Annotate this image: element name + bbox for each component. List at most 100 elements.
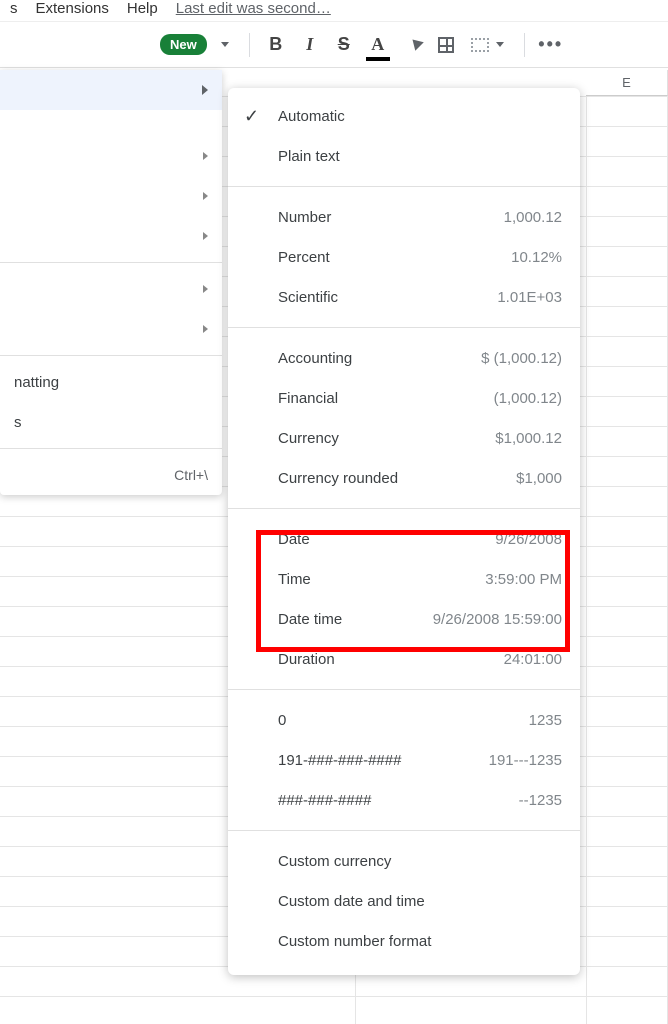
keyboard-shortcut: Ctrl+\ [174,467,208,483]
menu-divider [228,186,580,187]
format-label: Custom date and time [278,893,425,910]
format-label: Financial [278,390,338,407]
format-option-automatic[interactable]: ✓ Automatic [228,96,580,136]
format-label: Automatic [278,108,345,125]
submenu-arrow-icon [203,192,208,200]
submenu-arrow-icon [203,232,208,240]
format-sample: $1,000.12 [495,430,562,447]
submenu-arrow-icon [203,285,208,293]
format-option-custom-currency[interactable]: Custom currency [228,841,580,881]
fill-color-button[interactable] [398,31,426,59]
format-label: Time [278,571,311,588]
italic-button[interactable]: I [296,31,324,59]
format-option-number[interactable]: Number 1,000.12 [228,197,580,237]
format-menu-item[interactable] [0,216,222,256]
last-edit-status[interactable]: Last edit was second… [176,0,331,17]
format-option-currency-rounded[interactable]: Currency rounded $1,000 [228,458,580,498]
format-option-custom-datetime[interactable]: Custom date and time [228,881,580,921]
menu-divider [228,689,580,690]
menu-divider [0,355,222,356]
column-header-e[interactable]: E [586,70,668,96]
format-menu-item-conditional[interactable]: natting [0,362,222,402]
format-label: Duration [278,651,335,668]
merge-button[interactable] [466,31,494,59]
borders-icon [438,37,454,53]
format-sample: 3:59:00 PM [485,571,562,588]
number-format-menu: ✓ Automatic Plain text Number 1,000.12 P… [228,88,580,975]
format-label: Scientific [278,289,338,306]
menubar: s Extensions Help Last edit was second… [0,0,668,22]
format-option-custom0[interactable]: 0 1235 [228,700,580,740]
toolbar: New B I S A ••• [0,22,668,68]
format-label: Accounting [278,350,352,367]
format-option-time[interactable]: Time 3:59:00 PM [228,559,580,599]
borders-button[interactable] [432,31,460,59]
format-label: Percent [278,249,330,266]
menu-item-label: s [14,414,208,431]
format-sample: 1.01E+03 [497,289,562,306]
format-option-custom2[interactable]: ###-###-#### --1235 [228,780,580,820]
format-menu-item-number[interactable] [0,70,222,110]
merge-cells-icon [471,38,489,52]
format-option-currency[interactable]: Currency $1,000.12 [228,418,580,458]
format-label: Currency [278,430,339,447]
menu-divider [0,262,222,263]
format-option-duration[interactable]: Duration 24:01:00 [228,639,580,679]
format-menu-item-clear[interactable]: Ctrl+\ [0,455,222,495]
text-color-button[interactable]: A [364,31,392,59]
format-sample: $1,000 [516,470,562,487]
format-sample: 1235 [529,712,562,729]
strikethrough-button[interactable]: S [330,31,358,59]
menu-item-help[interactable]: Help [127,0,158,17]
format-menu: natting s Ctrl+\ [0,70,222,495]
dropdown-caret-icon[interactable] [496,42,504,47]
grid-line [0,996,668,997]
format-sample: --1235 [519,792,562,809]
toolbar-separator [249,33,250,57]
format-option-financial[interactable]: Financial (1,000.12) [228,378,580,418]
format-label: ###-###-#### [278,792,371,809]
checkmark-icon: ✓ [244,106,259,127]
menu-divider [228,508,580,509]
new-badge: New [160,34,207,55]
format-menu-item[interactable] [0,309,222,349]
menu-divider [228,830,580,831]
menu-divider [0,448,222,449]
format-option-percent[interactable]: Percent 10.12% [228,237,580,277]
format-menu-item-alternating[interactable]: s [0,402,222,442]
menu-item-extensions[interactable]: Extensions [36,0,109,17]
submenu-arrow-icon [202,85,208,95]
format-label: 0 [278,712,286,729]
menu-item-partial[interactable]: s [10,0,18,17]
format-option-scientific[interactable]: Scientific 1.01E+03 [228,277,580,317]
format-sample: 191---1235 [489,752,562,769]
format-menu-item[interactable] [0,176,222,216]
format-menu-item[interactable] [0,269,222,309]
format-label: Plain text [278,148,340,165]
format-option-accounting[interactable]: Accounting $ (1,000.12) [228,338,580,378]
more-button[interactable]: ••• [537,31,565,59]
menu-divider [228,327,580,328]
format-label: 191-###-###-#### [278,752,401,769]
grid-line [586,96,587,1024]
format-label: Currency rounded [278,470,398,487]
format-option-date[interactable]: Date 9/26/2008 [228,519,580,559]
dropdown-caret-icon[interactable] [221,42,229,47]
format-label: Date time [278,611,342,628]
format-label: Date [278,531,310,548]
menu-item-label: natting [14,374,208,391]
format-label: Custom currency [278,853,391,870]
submenu-arrow-icon [203,152,208,160]
format-option-plaintext[interactable]: Plain text [228,136,580,176]
bold-button[interactable]: B [262,31,290,59]
format-sample: 10.12% [511,249,562,266]
format-option-datetime[interactable]: Date time 9/26/2008 15:59:00 [228,599,580,639]
submenu-arrow-icon [203,325,208,333]
format-sample: (1,000.12) [494,390,562,407]
format-sample: 1,000.12 [504,209,562,226]
format-sample: 9/26/2008 [495,531,562,548]
format-menu-item[interactable] [0,136,222,176]
format-option-custom-number[interactable]: Custom number format [228,921,580,961]
format-option-custom1[interactable]: 191-###-###-#### 191---1235 [228,740,580,780]
toolbar-separator [524,33,525,57]
